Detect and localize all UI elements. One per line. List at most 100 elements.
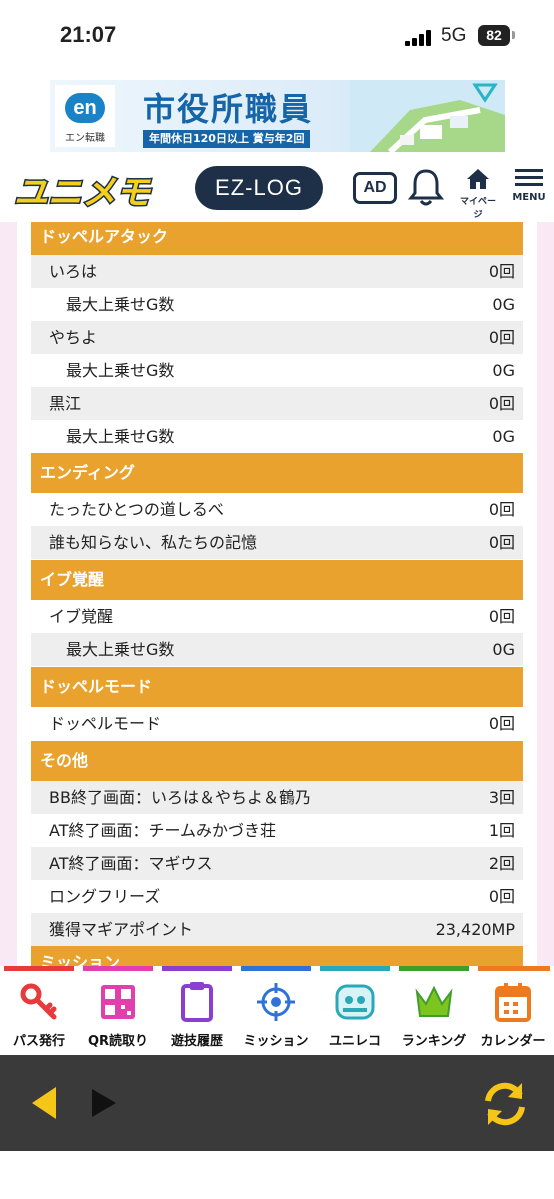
row-label: 最大上乗せG数 bbox=[66, 640, 175, 659]
status-bar: 21:07 5G 82 bbox=[0, 0, 554, 72]
row-value: 0G bbox=[492, 640, 515, 659]
row-value: 0回 bbox=[488, 714, 515, 733]
qr-code-icon bbox=[101, 985, 135, 1019]
table-row: やちよ 0回 bbox=[31, 321, 523, 354]
row-label: いろは bbox=[49, 262, 98, 281]
table-row: 黒江 0回 bbox=[31, 387, 523, 420]
forward-arrow-icon[interactable] bbox=[90, 1087, 120, 1119]
row-label: ドッペルモード bbox=[49, 714, 162, 733]
row-label: 最大上乗せG数 bbox=[66, 295, 175, 314]
row-label: AT終了画面：チームみかづき荘 bbox=[49, 821, 276, 840]
nav-stripe bbox=[4, 966, 74, 971]
home-indicator-area bbox=[0, 1151, 554, 1199]
nav-stripe bbox=[478, 966, 550, 971]
row-value: 0回 bbox=[488, 394, 515, 413]
row-value: 0回 bbox=[488, 887, 515, 906]
clipboard-icon bbox=[181, 982, 213, 1022]
table-row: ロングフリーズ 0回 bbox=[31, 880, 523, 913]
mypage-button[interactable]: マイページ bbox=[456, 167, 500, 220]
hamburger-icon bbox=[515, 169, 543, 186]
row-label: 誰も知らない、私たちの記憶 bbox=[49, 533, 258, 552]
row-label: イブ覚醒 bbox=[49, 607, 114, 626]
status-time: 21:07 bbox=[60, 22, 117, 47]
browser-toolbar bbox=[0, 1055, 554, 1151]
row-label: AT終了画面：マギウス bbox=[49, 854, 213, 873]
ad-banner[interactable]: en エン転職 市役所職員 年間休日120日以上 賞与年2回 bbox=[50, 80, 505, 152]
back-arrow-icon[interactable] bbox=[28, 1085, 60, 1121]
table-row: BB終了画面：いろは＆やちよ＆鶴乃 3回 bbox=[31, 781, 523, 814]
crown-icon bbox=[415, 985, 453, 1017]
menu-label: MENU bbox=[512, 192, 546, 203]
row-value: 0回 bbox=[488, 533, 515, 552]
nav-stripe bbox=[399, 966, 469, 971]
nav-stripe bbox=[83, 966, 153, 971]
row-label: BB終了画面：いろは＆やちよ＆鶴乃 bbox=[49, 788, 311, 807]
row-value: 0回 bbox=[488, 262, 515, 281]
table-row: 最大上乗せG数 0G bbox=[31, 288, 523, 321]
crosshair-icon bbox=[257, 983, 295, 1021]
battery-nub bbox=[512, 31, 515, 39]
row-value: 0回 bbox=[488, 500, 515, 519]
section-header: その他 bbox=[31, 741, 523, 781]
nav-stripe bbox=[320, 966, 390, 971]
banner-tagline: 年間休日120日以上 賞与年2回 bbox=[143, 130, 311, 148]
table-row: AT終了画面：チームみかづき荘 1回 bbox=[31, 814, 523, 847]
table-row: 誰も知らない、私たちの記憶 0回 bbox=[31, 526, 523, 559]
row-value: 0G bbox=[492, 295, 515, 314]
nav-label: ミッション bbox=[243, 1034, 309, 1049]
table-row: ドッペルモード 0回 bbox=[31, 707, 523, 740]
nav-stripe bbox=[162, 966, 232, 971]
row-value: 0回 bbox=[488, 328, 515, 347]
mypage-label: マイページ bbox=[459, 197, 496, 220]
unireco-logo-icon bbox=[335, 984, 375, 1020]
table-row: 最大上乗せG数 0G bbox=[31, 420, 523, 453]
section-header: イブ覚醒 bbox=[31, 560, 523, 600]
row-label: たったひとつの道しるべ bbox=[49, 500, 224, 519]
bell-icon[interactable] bbox=[407, 167, 445, 207]
nav-stripe bbox=[241, 966, 311, 971]
section-header: ミッション bbox=[31, 946, 523, 966]
row-label: 最大上乗せG数 bbox=[66, 361, 175, 380]
row-label: やちよ bbox=[49, 328, 98, 347]
battery-icon: 82 bbox=[478, 25, 510, 46]
table-row: イブ覚醒 0回 bbox=[31, 600, 523, 633]
key-icon bbox=[20, 983, 57, 1020]
logo-text: en bbox=[65, 93, 105, 123]
nav-label: 遊技履歴 bbox=[170, 1034, 223, 1049]
nav-label: QR読取り bbox=[87, 1034, 149, 1049]
row-label: 獲得マギアポイント bbox=[49, 920, 194, 939]
logo-sub: エン転職 bbox=[65, 133, 105, 144]
ezlog-button[interactable]: EZ-LOG bbox=[195, 166, 323, 210]
table-row: たったひとつの道しるべ 0回 bbox=[31, 493, 523, 526]
nav-label: パス発行 bbox=[12, 1034, 65, 1049]
section-header: ドッペルモード bbox=[31, 667, 523, 707]
row-value: 0G bbox=[492, 427, 515, 446]
signal-icon bbox=[405, 30, 435, 46]
ad-button[interactable]: AD bbox=[353, 172, 397, 204]
section-header: エンディング bbox=[31, 453, 523, 493]
nav-label: ユニレコ bbox=[328, 1034, 381, 1049]
row-label: 最大上乗せG数 bbox=[66, 427, 175, 446]
row-value: 0G bbox=[492, 361, 515, 380]
city-map-illustration bbox=[350, 80, 505, 152]
home-icon bbox=[467, 169, 489, 189]
row-label: 黒江 bbox=[49, 394, 82, 413]
table-row: AT終了画面：マギウス 2回 bbox=[31, 847, 523, 880]
en-tenshoku-logo: en エン転職 bbox=[55, 85, 115, 147]
row-value: 3回 bbox=[488, 788, 515, 807]
network-type: 5G bbox=[441, 25, 467, 46]
nav-label: カレンダー bbox=[480, 1034, 546, 1049]
reload-icon[interactable] bbox=[478, 1079, 532, 1129]
calendar-icon bbox=[495, 983, 531, 1022]
table-row: 獲得マギアポイント 23,420MP bbox=[31, 913, 523, 946]
table-row: いろは 0回 bbox=[31, 255, 523, 288]
unimemo-logo[interactable]: ユニメモ bbox=[12, 168, 167, 213]
banner-headline: 市役所職員 bbox=[143, 90, 314, 128]
nav-label: ランキング bbox=[401, 1034, 467, 1049]
row-value: 23,420MP bbox=[435, 920, 515, 939]
row-value: 1回 bbox=[488, 821, 515, 840]
menu-button[interactable]: MENU bbox=[510, 167, 548, 209]
section-header: ドッペルアタック bbox=[31, 222, 523, 255]
svg-text:ユニメモ: ユニメモ bbox=[14, 173, 152, 212]
table-row: 最大上乗せG数 0G bbox=[31, 633, 523, 666]
